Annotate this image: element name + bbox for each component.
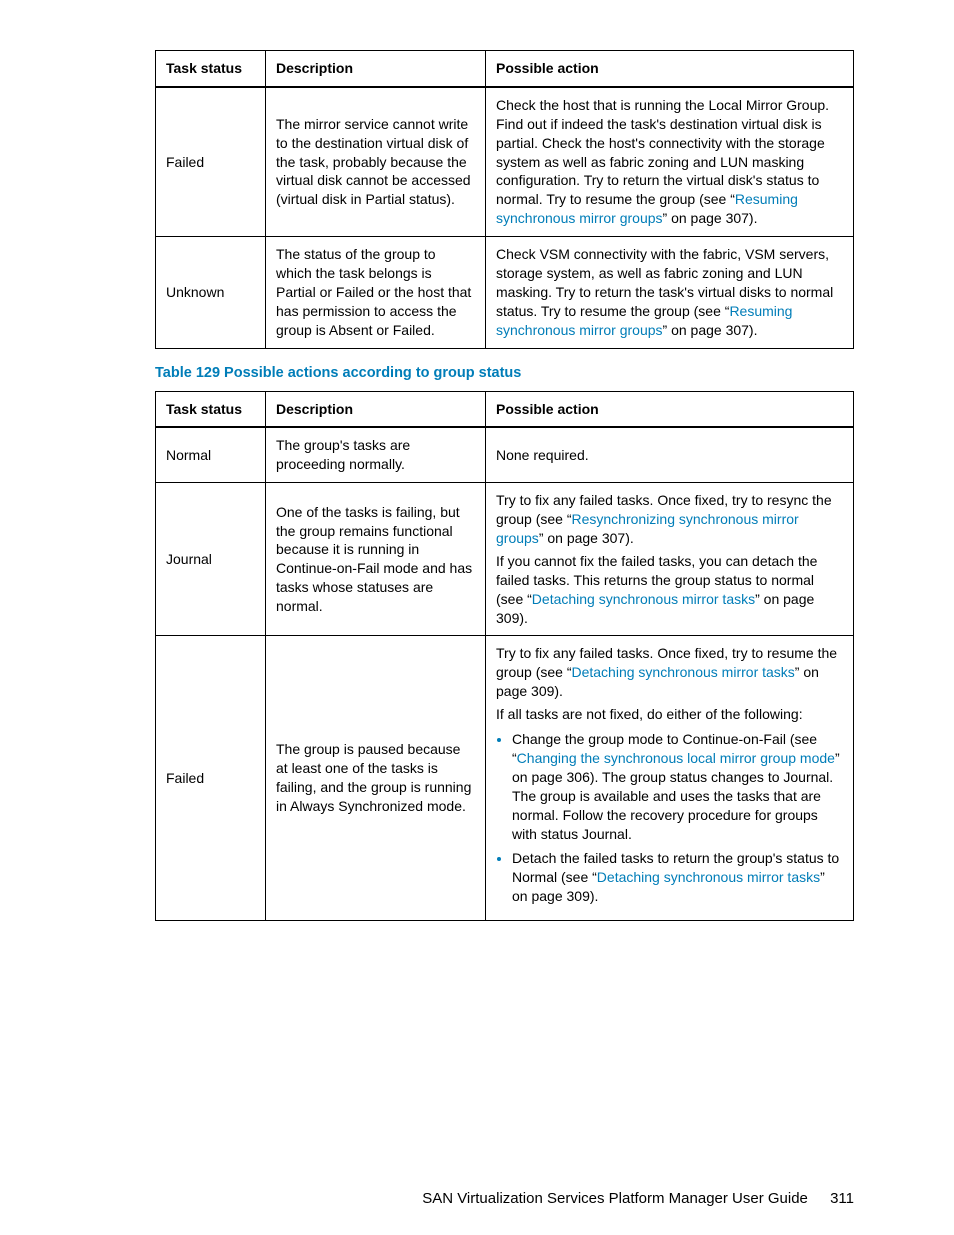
list-item: Detach the failed tasks to return the gr… <box>512 849 843 906</box>
cell-action: None required. <box>486 427 854 482</box>
paragraph: Try to fix any failed tasks. Once fixed,… <box>496 644 843 701</box>
cell-desc: The status of the group to which the tas… <box>266 237 486 348</box>
bullet-list: Change the group mode to Continue-on-Fai… <box>496 730 843 906</box>
paragraph: If you cannot fix the failed tasks, you … <box>496 552 843 628</box>
cell-action: Try to fix any failed tasks. Once fixed,… <box>486 483 854 636</box>
text: ” on page 307). <box>663 210 758 226</box>
table-row: Journal One of the tasks is failing, but… <box>156 483 854 636</box>
th-status: Task status <box>156 51 266 87</box>
link-change-sync-local-mirror-group-mode[interactable]: Changing the synchronous local mirror gr… <box>517 750 835 766</box>
task-status-table-1: Task status Description Possible action … <box>155 50 854 349</box>
text: ” on page 307). <box>663 322 758 338</box>
page-number: 311 <box>830 1190 854 1207</box>
th-status: Task status <box>156 391 266 427</box>
cell-status: Normal <box>156 427 266 482</box>
page-footer: SAN Virtualization Services Platform Man… <box>422 1190 854 1207</box>
paragraph: If all tasks are not fixed, do either of… <box>496 705 843 724</box>
cell-action: Check VSM connectivity with the fabric, … <box>486 237 854 348</box>
table-row: Failed The mirror service cannot write t… <box>156 87 854 237</box>
table-caption-129: Table 129 Possible actions according to … <box>155 365 854 381</box>
table-row: Unknown The status of the group to which… <box>156 237 854 348</box>
text: ” on page 307). <box>539 530 634 546</box>
cell-action: Check the host that is running the Local… <box>486 87 854 237</box>
cell-desc: One of the tasks is failing, but the gro… <box>266 483 486 636</box>
link-detach-sync-mirror-tasks[interactable]: Detaching synchronous mirror tasks <box>597 869 820 885</box>
table-row: Failed The group is paused because at le… <box>156 636 854 921</box>
th-action: Possible action <box>486 391 854 427</box>
table-row: Normal The group's tasks are proceeding … <box>156 427 854 482</box>
cell-desc: The mirror service cannot write to the d… <box>266 87 486 237</box>
group-status-table: Task status Description Possible action … <box>155 391 854 921</box>
footer-title: SAN Virtualization Services Platform Man… <box>422 1190 808 1207</box>
th-action: Possible action <box>486 51 854 87</box>
cell-status: Failed <box>156 87 266 237</box>
cell-status: Journal <box>156 483 266 636</box>
link-detach-sync-mirror-tasks[interactable]: Detaching synchronous mirror tasks <box>571 664 794 680</box>
cell-desc: The group is paused because at least one… <box>266 636 486 921</box>
cell-status: Failed <box>156 636 266 921</box>
cell-action: Try to fix any failed tasks. Once fixed,… <box>486 636 854 921</box>
th-desc: Description <box>266 51 486 87</box>
paragraph: Try to fix any failed tasks. Once fixed,… <box>496 491 843 548</box>
th-desc: Description <box>266 391 486 427</box>
link-detach-sync-mirror-tasks[interactable]: Detaching synchronous mirror tasks <box>532 591 755 607</box>
cell-desc: The group's tasks are proceeding normall… <box>266 427 486 482</box>
cell-status: Unknown <box>156 237 266 348</box>
list-item: Change the group mode to Continue-on-Fai… <box>512 730 843 843</box>
